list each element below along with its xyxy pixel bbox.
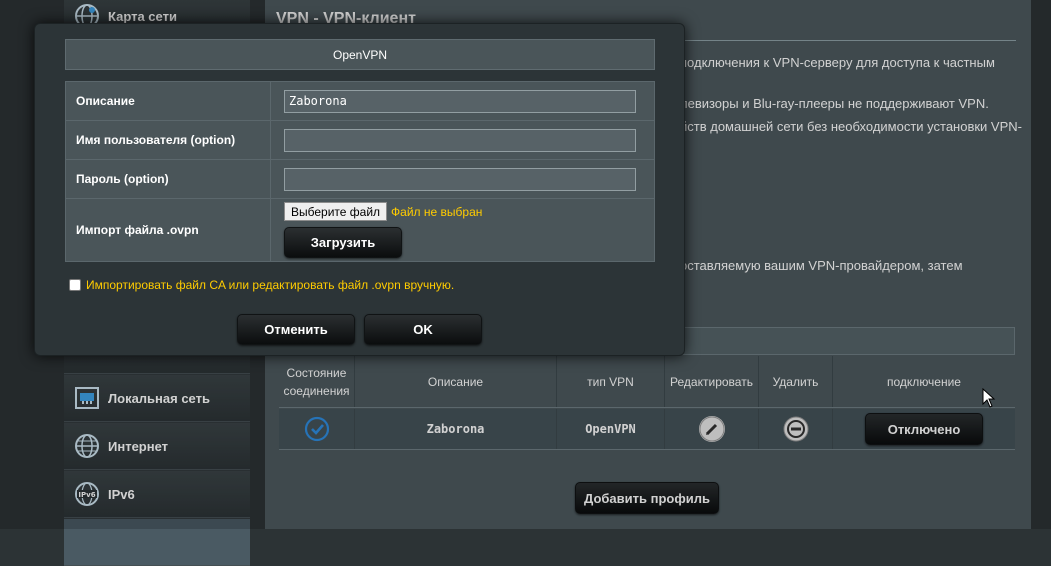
description-value-cell (271, 82, 654, 120)
file-status-text: Файл не выбран (391, 204, 483, 219)
import-value-cell: Выберите файл Файл не выбран Загрузить (271, 199, 654, 261)
form-row-username: Имя пользователя (option) (66, 121, 654, 160)
ca-checkbox-label: Импортировать файл CA или редактировать … (86, 278, 455, 292)
ca-checkbox[interactable] (69, 279, 81, 291)
password-value-cell (271, 160, 654, 198)
file-picker: Выберите файл Файл не выбран (284, 202, 482, 221)
upload-button[interactable]: Загрузить (284, 227, 402, 258)
form-row-description: Описание (66, 82, 654, 121)
username-value-cell (271, 121, 654, 159)
choose-file-button[interactable]: Выберите файл (284, 202, 388, 221)
ok-button[interactable]: OK (364, 314, 482, 345)
form-row-password: Пароль (option) (66, 160, 654, 199)
description-label: Описание (66, 82, 271, 120)
password-label: Пароль (option) (66, 160, 271, 198)
file-import-group: Выберите файл Файл не выбран Загрузить (284, 202, 482, 258)
username-input[interactable] (284, 128, 636, 152)
dialog-title: OpenVPN (65, 39, 655, 70)
cancel-button[interactable]: Отменить (237, 314, 355, 345)
form-row-import: Импорт файла .ovpn Выберите файл Файл не… (66, 199, 654, 261)
mouse-cursor-icon (982, 388, 996, 408)
openvpn-form: Описание Имя пользователя (option) Парол… (65, 81, 655, 262)
username-label: Имя пользователя (option) (66, 121, 271, 159)
description-input[interactable] (284, 89, 636, 113)
password-input[interactable] (284, 167, 636, 191)
ca-checkbox-row: Импортировать файл CA или редактировать … (69, 278, 454, 292)
import-label: Импорт файла .ovpn (66, 199, 271, 261)
openvpn-dialog: OpenVPN Описание Имя пользователя (optio… (34, 23, 685, 356)
